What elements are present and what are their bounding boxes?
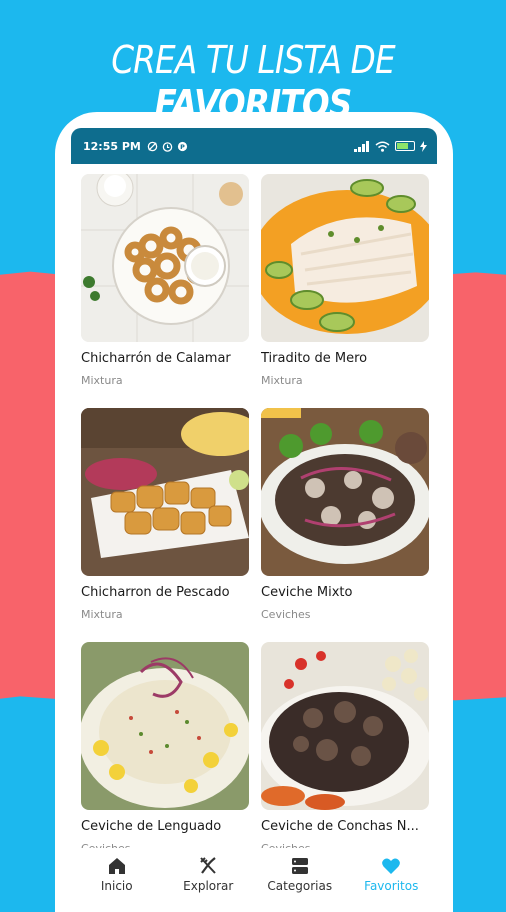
recipe-title: Chicharron de Pescado xyxy=(81,585,230,600)
nav-favoritos[interactable]: Favoritos xyxy=(346,848,436,893)
recipe-image-ceviche-conchas xyxy=(261,642,429,810)
recipe-card[interactable]: Ceviche de Lenguado Ceviches xyxy=(81,642,249,855)
recipe-image-ceviche-lenguado xyxy=(81,642,249,810)
sync-icon xyxy=(147,141,158,151)
recipe-card[interactable]: Tiradito de Mero Mixtura xyxy=(261,174,429,387)
recipe-title: Tiradito de Mero xyxy=(261,351,368,366)
nav-label: Favoritos xyxy=(364,879,419,893)
nav-label: Categorias xyxy=(267,879,333,893)
recipe-card[interactable]: Chicharron de Pescado Mixtura xyxy=(81,408,249,621)
recipe-category: Mixtura xyxy=(261,374,303,387)
headline-prefix: CREA TU LISTA DE xyxy=(111,38,395,82)
recipe-title: Chicharrón de Calamar xyxy=(81,351,231,366)
home-icon xyxy=(108,858,125,874)
recipe-card[interactable]: Chicharrón de Calamar Mixtura xyxy=(81,174,249,387)
recipe-title: Ceviche Mixto xyxy=(261,585,353,600)
recipe-category: Ceviches xyxy=(261,608,311,621)
recipe-image-tiradito-mero xyxy=(261,174,429,342)
recipe-image-chicharron-calamar xyxy=(81,174,249,342)
heart-icon xyxy=(382,858,401,874)
nav-explorar[interactable]: Explorar xyxy=(163,848,253,893)
recipe-card[interactable]: Ceviche de Conchas N... Ceviches xyxy=(261,642,429,855)
recipe-image-chicharron-pescado xyxy=(81,408,249,576)
recipe-title: Ceviche de Lenguado xyxy=(81,819,222,834)
status-bar: 12:55 PM P xyxy=(71,128,437,164)
status-time: 12:55 PM xyxy=(83,139,141,153)
recipe-card[interactable]: Ceviche Mixto Ceviches xyxy=(261,408,429,621)
utensils-icon xyxy=(200,857,216,874)
svg-text:P: P xyxy=(180,142,185,150)
recipe-title: Ceviche de Conchas N... xyxy=(261,819,419,834)
recipe-category: Mixtura xyxy=(81,608,123,621)
nav-inicio[interactable]: Inicio xyxy=(72,848,162,893)
categories-icon xyxy=(291,858,308,874)
nav-categorias[interactable]: Categorias xyxy=(255,848,345,893)
wifi-icon xyxy=(375,141,390,152)
alarm-icon xyxy=(162,141,173,152)
signal-icon xyxy=(354,140,369,152)
battery-icon xyxy=(395,141,415,151)
nav-label: Inicio xyxy=(100,879,133,893)
nav-label: Explorar xyxy=(183,879,234,893)
app-notification-icon: P xyxy=(177,141,187,151)
recipe-image-ceviche-mixto xyxy=(261,408,429,576)
recipe-category: Mixtura xyxy=(81,374,123,387)
bottom-navigation: Inicio Explorar Categorias Favoritos xyxy=(71,848,437,900)
app-screen: 12:55 PM P Chicharrón de Calamar Mixtura… xyxy=(71,128,437,900)
charging-icon xyxy=(420,140,427,152)
